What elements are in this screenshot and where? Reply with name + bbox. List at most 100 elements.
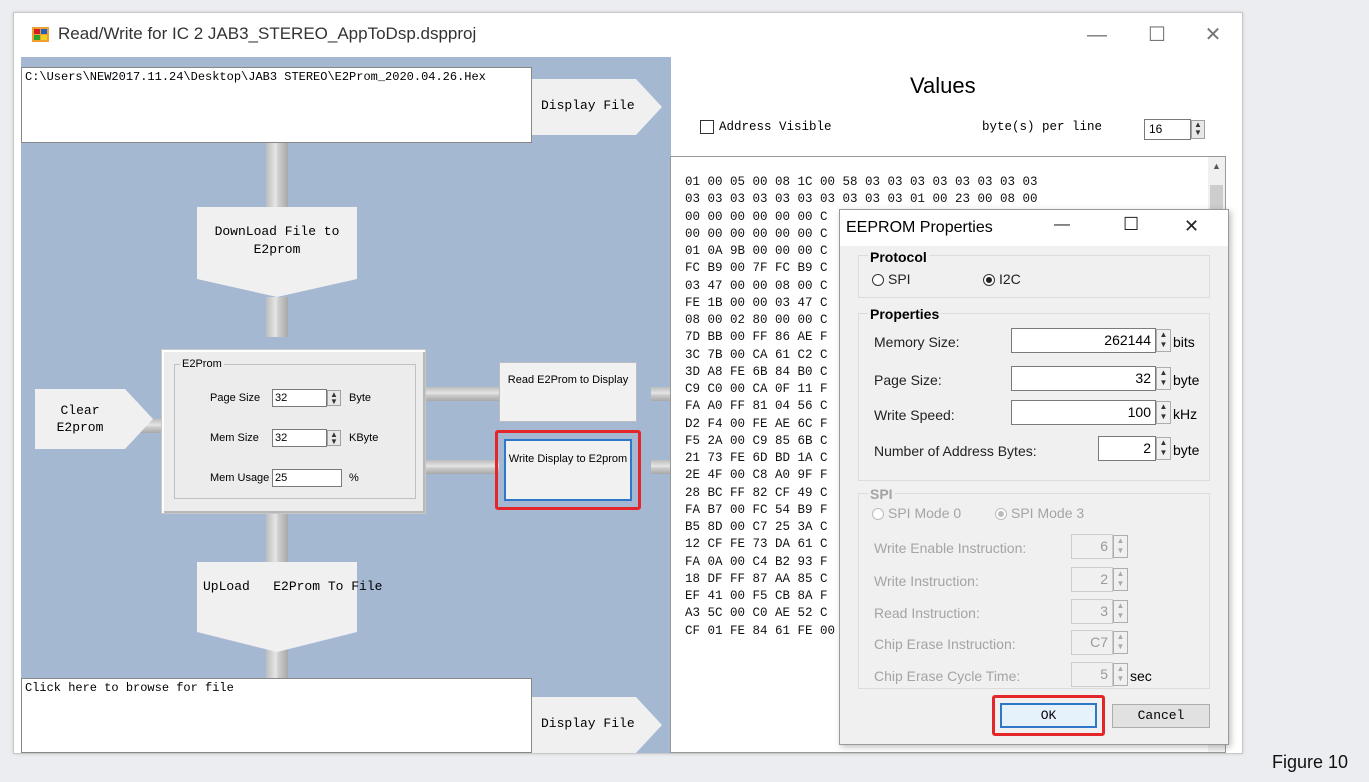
address-bytes-unit: byte: [1173, 442, 1200, 458]
e2prom-group-label: E2Prom: [180, 358, 224, 370]
display-file-bottom-label: Display File: [541, 716, 635, 731]
mem-usage-label: Mem Usage: [210, 472, 270, 484]
read-instruction-spinner[interactable]: ▲ ▼: [1113, 600, 1128, 623]
dialog-maximize-button[interactable]: ☐: [1123, 214, 1139, 235]
spi-mode3-radio[interactable]: [995, 508, 1007, 520]
write-instruction-spinner[interactable]: ▲ ▼: [1113, 568, 1128, 591]
address-bytes-spinner[interactable]: ▲ ▼: [1156, 437, 1171, 460]
i2c-label: I2C: [999, 271, 1021, 287]
write-instruction-label: Write Instruction:: [874, 573, 979, 589]
page-size-label: Page Size:: [874, 372, 942, 388]
page-size-spinner[interactable]: ▲ ▼: [327, 390, 341, 406]
dialog-title: EEPROM Properties: [846, 219, 993, 236]
protocol-group-label: Protocol: [868, 249, 929, 265]
page-size-label: Page Size: [210, 392, 261, 404]
bytes-per-line-label: byte(s) per line: [982, 120, 1103, 134]
cycle-time-spinner[interactable]: ▲ ▼: [1113, 663, 1128, 686]
read-instruction-input[interactable]: 3: [1071, 599, 1113, 624]
address-visible-checkbox[interactable]: [700, 120, 714, 134]
read-e2prom-button[interactable]: Read E2Prom to Display: [499, 362, 637, 422]
dialog-close-button[interactable]: ✕: [1184, 216, 1199, 237]
flow-panel: C:\Users\NEW2017.11.24\Desktop\JAB3 STER…: [21, 57, 671, 753]
chip-erase-input[interactable]: C7: [1071, 630, 1113, 655]
spi-radio[interactable]: [872, 274, 884, 286]
browse-file-path[interactable]: Click here to browse for file: [21, 678, 532, 753]
write-speed-spinner[interactable]: ▲ ▼: [1156, 401, 1171, 424]
main-window: Read/Write for IC 2 JAB3_STEREO_AppToDsp…: [13, 12, 1243, 754]
hex-line: 03 03 03 03 03 03 03 03 03 03 01 00 23 0…: [685, 192, 1038, 207]
source-file-path[interactable]: C:\Users\NEW2017.11.24\Desktop\JAB3 STER…: [21, 67, 532, 143]
pipe: [651, 387, 671, 401]
pipe: [651, 460, 671, 474]
bytes-per-line-input[interactable]: 16: [1144, 119, 1191, 140]
read-e2prom-label: Read E2Prom to Display: [507, 374, 629, 386]
write-display-button[interactable]: Write Display to E2prom: [504, 439, 632, 501]
address-bytes-label: Number of Address Bytes:: [874, 443, 1037, 459]
properties-group-label: Properties: [868, 306, 942, 322]
write-display-label: Write Display to E2prom: [508, 453, 628, 465]
memory-size-label: Memory Size:: [874, 334, 960, 350]
clear-label: Clear E2prom: [56, 403, 104, 435]
upload-label: UpLoad E2Prom To File: [203, 579, 383, 594]
i2c-radio[interactable]: [983, 274, 995, 286]
dialog-minimize-button[interactable]: —: [1054, 216, 1070, 234]
write-enable-label: Write Enable Instruction:: [874, 540, 1027, 556]
window-title: Read/Write for IC 2 JAB3_STEREO_AppToDsp…: [58, 24, 477, 43]
memory-size-input[interactable]: 262144: [1011, 328, 1156, 353]
mem-size-unit: KByte: [349, 432, 379, 444]
memory-size-unit: bits: [1173, 334, 1195, 350]
address-visible-label: Address Visible: [719, 120, 832, 134]
page-size-unit: byte: [1173, 372, 1200, 388]
read-instruction-label: Read Instruction:: [874, 605, 980, 621]
pipe: [266, 507, 288, 562]
write-instruction-input[interactable]: 2: [1071, 567, 1113, 592]
write-speed-unit: kHz: [1173, 406, 1198, 422]
spi-mode3-label: SPI Mode 3: [1011, 505, 1085, 521]
eeprom-properties-dialog: EEPROM Properties — ☐ ✕ Protocol SPI I2C…: [839, 209, 1229, 745]
app-icon: [32, 27, 49, 42]
cycle-time-label: Chip Erase Cycle Time:: [874, 668, 1021, 684]
ok-button[interactable]: OK: [1000, 703, 1097, 728]
chip-erase-spinner[interactable]: ▲ ▼: [1113, 631, 1128, 654]
mem-size-spinner[interactable]: ▲ ▼: [327, 430, 341, 446]
page-size-spinner[interactable]: ▲ ▼: [1156, 367, 1171, 390]
figure-caption: Figure 10: [1272, 752, 1349, 772]
write-speed-label: Write Speed:: [874, 407, 955, 423]
title-bar[interactable]: Read/Write for IC 2 JAB3_STEREO_AppToDsp…: [14, 13, 1242, 57]
page-size-input[interactable]: 32: [1011, 366, 1156, 391]
spi-label: SPI: [888, 271, 911, 287]
write-speed-input[interactable]: 100: [1011, 400, 1156, 425]
minimize-button[interactable]: —: [1074, 19, 1120, 51]
cycle-time-input[interactable]: 5: [1071, 662, 1113, 687]
mem-usage-unit: %: [349, 472, 359, 484]
cancel-button[interactable]: Cancel: [1112, 704, 1210, 728]
download-label: DownLoad File to E2prom: [214, 224, 340, 257]
bytes-per-line-spinner[interactable]: ▲ ▼: [1191, 120, 1205, 139]
upload-button[interactable]: [197, 562, 357, 652]
write-enable-input[interactable]: 6: [1071, 534, 1113, 559]
hex-line: 01 00 05 00 08 1C 00 58 03 03 03 03 03 0…: [685, 175, 1038, 189]
values-heading: Values: [910, 73, 976, 98]
e2prom-panel: E2Prom Page Size 32 ▲ ▼ Byte Mem Size 32 …: [161, 349, 426, 514]
close-button[interactable]: ✕: [1190, 19, 1236, 51]
scroll-up-arrow-icon[interactable]: ▲: [1208, 161, 1225, 171]
spi-group-label: SPI: [868, 486, 895, 502]
write-enable-spinner[interactable]: ▲ ▼: [1113, 535, 1128, 558]
pipe: [423, 460, 499, 474]
dialog-title-bar[interactable]: EEPROM Properties — ☐ ✕: [840, 210, 1228, 246]
mem-usage-input: 25: [272, 469, 342, 487]
memory-size-spinner[interactable]: ▲ ▼: [1156, 329, 1171, 352]
address-bytes-input[interactable]: 2: [1098, 436, 1156, 461]
spi-group: [858, 493, 1210, 689]
cycle-time-unit: sec: [1130, 668, 1152, 684]
mem-size-input[interactable]: 32: [272, 429, 327, 447]
pipe: [266, 297, 288, 337]
spi-mode0-radio[interactable]: [872, 508, 884, 520]
page-size-unit: Byte: [349, 392, 372, 404]
mem-size-label: Mem Size: [210, 432, 259, 444]
display-file-top-label: Display File: [541, 98, 635, 113]
chip-erase-label: Chip Erase Instruction:: [874, 636, 1016, 652]
page-size-input[interactable]: 32: [272, 389, 327, 407]
maximize-button[interactable]: ☐: [1134, 19, 1180, 51]
pipe: [423, 387, 499, 401]
